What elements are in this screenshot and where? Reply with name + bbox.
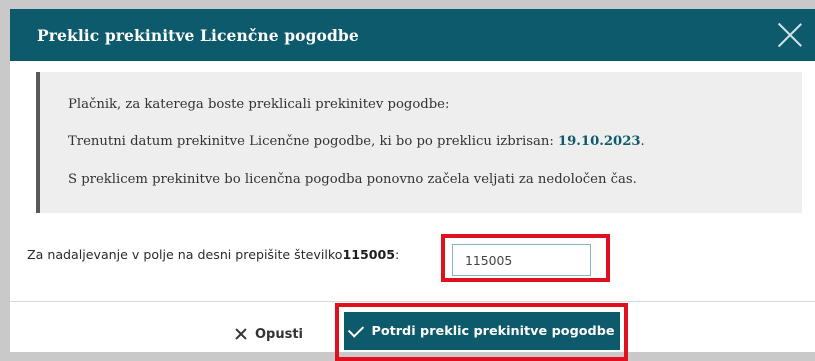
confirm-code: 115005: [342, 246, 396, 262]
confirm-code-label: Za nadaljevanje v polje na desni prepiši…: [27, 246, 400, 262]
check-icon: [348, 320, 365, 338]
dialog: Preklic prekinitve Licenčne pogodbe Plač…: [10, 9, 815, 361]
termination-date-text: Trenutni datum prekinitve Licenčne pogod…: [68, 134, 645, 149]
termination-date-value: 19.10.2023: [557, 134, 641, 149]
cancel-label: Opusti: [254, 326, 304, 342]
dialog-title: Preklic prekinitve Licenčne pogodbe: [37, 25, 359, 45]
x-icon: [235, 328, 247, 340]
close-icon[interactable]: [777, 22, 803, 48]
confirm-label: Potrdi preklic prekinitve pogodbe: [371, 323, 615, 339]
confirm-button[interactable]: Potrdi preklic prekinitve pogodbe: [344, 312, 620, 350]
footer-divider: [10, 301, 815, 302]
payer-text: Plačnik, za katerega boste preklicali pr…: [68, 97, 450, 112]
info-panel: Plačnik, za katerega boste preklicali pr…: [36, 72, 802, 213]
validity-text: S preklicem prekinitve bo licenčna pogod…: [68, 172, 637, 187]
confirm-code-input[interactable]: [452, 244, 591, 276]
dialog-header: Preklic prekinitve Licenčne pogodbe: [10, 9, 815, 61]
cancel-button[interactable]: Opusti: [222, 319, 316, 349]
termination-date-label: Trenutni datum prekinitve Licenčne pogod…: [68, 134, 558, 149]
